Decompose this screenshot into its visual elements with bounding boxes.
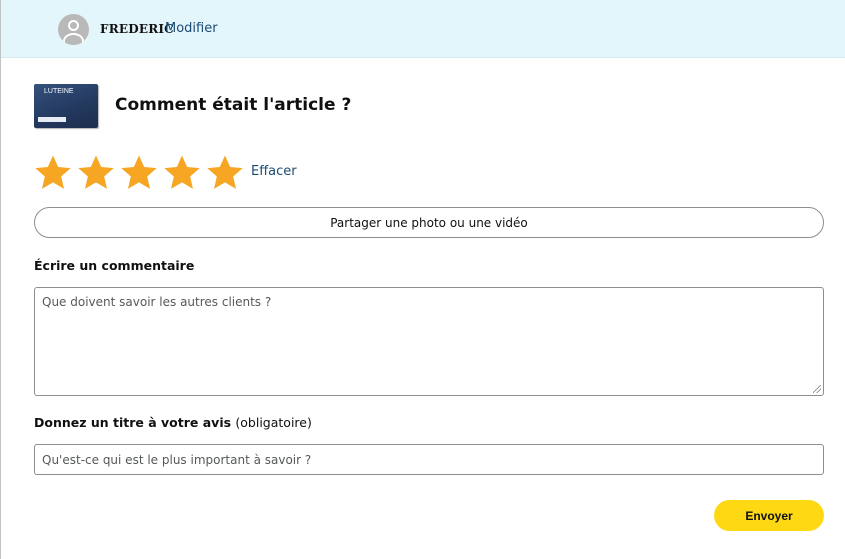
share-photo-video-button[interactable]: Partager une photo ou une vidéo [34, 207, 824, 238]
rating-question: Comment était l'article ? [115, 95, 352, 115]
window-left-border [0, 0, 1, 559]
submit-button[interactable]: Envoyer [714, 500, 824, 531]
star-icon-5[interactable] [205, 153, 245, 193]
star-icon-2[interactable] [76, 153, 116, 193]
star-icon-4[interactable] [162, 153, 202, 193]
review-title-label: Donnez un titre à votre avis (obligatoir… [34, 415, 312, 430]
review-title-input[interactable]: Qu'est-ce qui est le plus important à sa… [34, 444, 824, 475]
review-title-label-text: Donnez un titre à votre avis [34, 415, 232, 430]
comment-textarea[interactable]: Que doivent savoir les autres clients ? [34, 287, 824, 396]
clear-rating-link[interactable]: Effacer [251, 164, 297, 179]
resize-handle-icon[interactable] [813, 385, 821, 393]
star-icon-3[interactable] [119, 153, 159, 193]
profile-name: FREDERIC [100, 22, 174, 36]
star-icon-1[interactable] [33, 153, 73, 193]
share-button-label: Partager une photo ou une vidéo [330, 215, 528, 230]
product-thumbnail: LUTEINE [34, 84, 98, 128]
edit-profile-link[interactable]: Modifier [165, 21, 218, 36]
comment-label: Écrire un commentaire [34, 258, 195, 273]
star-rating[interactable] [33, 153, 245, 193]
review-title-placeholder: Qu'est-ce qui est le plus important à sa… [42, 453, 312, 467]
product-brand-text: LUTEINE [44, 88, 74, 95]
comment-placeholder: Que doivent savoir les autres clients ? [42, 295, 272, 309]
profile-header: FREDERIC Modifier [1, 0, 845, 58]
required-note: (obligatoire) [235, 415, 312, 430]
avatar-icon[interactable] [58, 14, 89, 45]
